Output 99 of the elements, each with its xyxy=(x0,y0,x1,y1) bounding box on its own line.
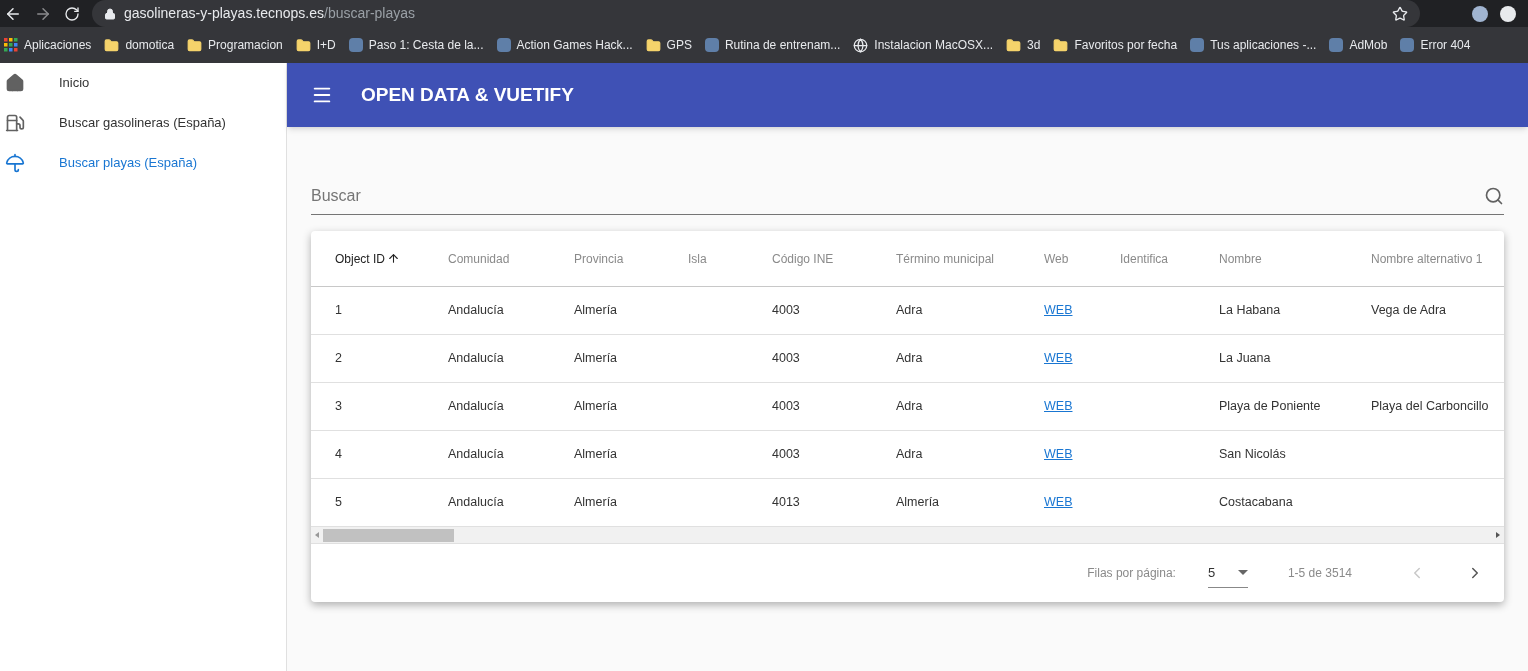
search-field[interactable]: Buscar xyxy=(311,183,1484,208)
column-header[interactable]: Término municipal xyxy=(896,249,995,268)
search-icon[interactable] xyxy=(1484,185,1504,206)
site-favicon-icon xyxy=(1400,38,1415,52)
table-cell-text: 3 xyxy=(335,398,342,416)
rows-per-page-select[interactable]: 5 xyxy=(1207,558,1248,588)
apps-grid-icon xyxy=(4,38,18,52)
table-cell-text: Almería xyxy=(574,350,618,368)
table-cell-text: 4003 xyxy=(772,350,800,368)
url-text: gasolineras-y-playas.tecnops.es/buscar-playas xyxy=(124,4,416,23)
scroll-right-icon[interactable] xyxy=(1496,532,1500,538)
bookmark[interactable]: AdMob xyxy=(1329,36,1388,54)
bookmark[interactable]: I+D xyxy=(295,36,336,54)
table-cell-text: Adra xyxy=(896,302,923,320)
extension-icon[interactable] xyxy=(1500,5,1516,22)
site-favicon-icon xyxy=(496,38,511,52)
web-link[interactable]: WEB xyxy=(1044,445,1073,464)
bookmark-star-icon[interactable] xyxy=(1392,5,1408,22)
table-cell-text: La Habana xyxy=(1219,302,1281,320)
table-cell-text: Andalucía xyxy=(448,446,504,464)
horizontal-scrollbar[interactable] xyxy=(311,527,1504,544)
table-cell-text: Almería xyxy=(574,494,618,512)
table-cell-text: Playa de Poniente xyxy=(1219,398,1321,416)
bookmark[interactable]: Instalacion MacOSX... xyxy=(853,36,994,54)
bookmark[interactable]: Aplicaciones xyxy=(4,36,92,54)
rows-per-page-label: Filas por página: xyxy=(1087,565,1176,582)
site-favicon-icon xyxy=(704,38,719,52)
table-cell-text: Vega de Adra xyxy=(1371,302,1447,320)
column-header[interactable]: Código INE xyxy=(772,249,834,268)
folder-icon xyxy=(1053,37,1069,53)
app-title: OPEN DATA & VUETIFY xyxy=(361,82,574,107)
table-cell-text: Playa del Carboncillo xyxy=(1371,398,1489,416)
folder-icon xyxy=(1006,37,1022,53)
umbrella-icon xyxy=(5,153,25,173)
bookmark[interactable]: Rutina de entrenam... xyxy=(704,36,841,54)
bookmark[interactable]: Error 404 xyxy=(1400,36,1471,54)
web-link[interactable]: WEB xyxy=(1044,493,1073,512)
web-link[interactable]: WEB xyxy=(1044,397,1073,416)
table-cell-text: 4003 xyxy=(772,446,800,464)
folder-icon xyxy=(645,37,661,53)
bookmark[interactable]: GPS xyxy=(645,36,692,54)
nav-item[interactable]: Buscar playas (España) xyxy=(0,143,286,183)
table-cell-text: 4 xyxy=(335,446,342,464)
folder-icon xyxy=(295,37,311,53)
table-cell-text: Andalucía xyxy=(448,494,504,512)
web-link[interactable]: WEB xyxy=(1044,349,1073,368)
table-cell-text: 1 xyxy=(335,302,342,320)
bookmark[interactable]: domotica xyxy=(104,36,175,54)
column-header[interactable]: Nombre alternativo 1 xyxy=(1371,249,1483,268)
bookmark[interactable]: Favoritos por fecha xyxy=(1053,36,1178,54)
table-cell-text: Andalucía xyxy=(448,350,504,368)
folder-icon xyxy=(104,37,120,53)
table-cell-text: Andalucía xyxy=(448,398,504,416)
site-favicon-icon xyxy=(348,38,363,52)
folder-icon xyxy=(187,37,203,53)
table-cell-text: 4013 xyxy=(772,494,800,512)
table-cell-text: 4003 xyxy=(772,398,800,416)
table-cell-text: 4003 xyxy=(772,302,800,320)
bookmark[interactable]: Action Games Hack... xyxy=(496,36,633,54)
globe-icon xyxy=(853,37,869,53)
table-cell-text: San Nicolás xyxy=(1219,446,1286,464)
table-cell-text: Almería xyxy=(574,302,618,320)
extension-icon[interactable] xyxy=(1472,5,1488,22)
sort-arrow-icon xyxy=(387,252,400,265)
column-header[interactable]: Provincia xyxy=(574,249,624,268)
table-cell-text: La Juana xyxy=(1219,350,1271,368)
nav-item[interactable]: Buscar gasolineras (España) xyxy=(0,103,286,143)
column-header[interactable]: Comunidad xyxy=(448,249,510,268)
nav-item[interactable]: Inicio xyxy=(0,63,286,103)
dropdown-caret-icon xyxy=(1237,570,1248,575)
bookmark[interactable]: Tus aplicaciones -... xyxy=(1190,36,1317,54)
site-favicon-icon xyxy=(1329,38,1344,52)
table-cell-text: 5 xyxy=(335,494,342,512)
table-cell-text: Adra xyxy=(896,350,923,368)
lock-icon xyxy=(104,7,116,20)
table-cell-text: 2 xyxy=(335,350,342,368)
column-header[interactable]: Identifica xyxy=(1120,249,1169,268)
table-cell-text: Almería xyxy=(574,398,618,416)
table-cell-text: Costacabana xyxy=(1219,494,1293,512)
home-icon xyxy=(5,73,25,93)
fuel-pump-icon xyxy=(5,113,25,133)
column-header[interactable]: Object ID xyxy=(335,249,400,268)
bookmark[interactable]: 3d xyxy=(1006,36,1041,54)
column-header[interactable]: Nombre xyxy=(1219,249,1262,268)
web-link[interactable]: WEB xyxy=(1044,301,1073,320)
column-header[interactable]: Isla xyxy=(688,249,707,268)
site-favicon-icon xyxy=(1190,38,1205,52)
table-cell-text: Almería xyxy=(896,494,940,512)
table-cell-text: Andalucía xyxy=(448,302,504,320)
bookmark[interactable]: Paso 1: Cesta de la... xyxy=(348,36,484,54)
bookmark[interactable]: Programacion xyxy=(187,36,283,54)
table-cell-text: Almería xyxy=(574,446,618,464)
address-bar[interactable]: gasolineras-y-playas.tecnops.es/buscar-playas xyxy=(92,0,1420,27)
column-header[interactable]: Web xyxy=(1044,249,1069,268)
table-cell-text: Adra xyxy=(896,398,923,416)
reload-icon[interactable] xyxy=(64,5,80,22)
page-range: 1-5 de 3514 xyxy=(1287,565,1352,582)
scrollbar-thumb[interactable] xyxy=(323,528,454,542)
table-cell-text: Adra xyxy=(896,446,923,464)
